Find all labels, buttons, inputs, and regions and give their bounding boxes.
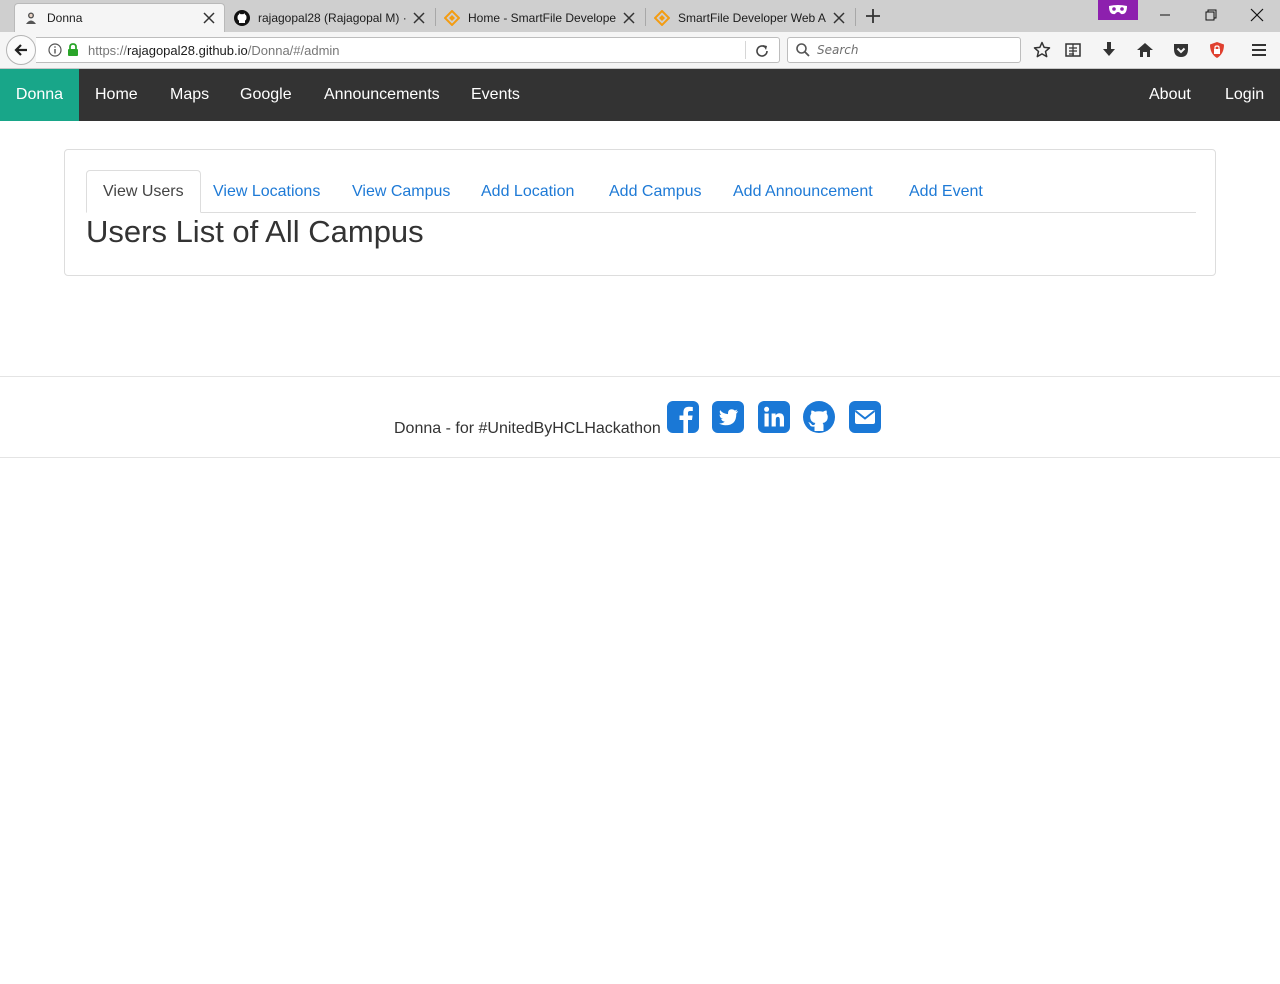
nav-login[interactable]: Login <box>1225 69 1264 121</box>
page-title: Users List of All Campus <box>86 214 424 249</box>
search-box[interactable] <box>787 37 1021 63</box>
minimize-window-icon[interactable] <box>1142 0 1188 30</box>
search-icon <box>796 43 810 57</box>
browser-tab-donna[interactable]: Donna <box>14 3 225 32</box>
reading-list-icon[interactable] <box>1061 38 1085 62</box>
smartfile-favicon-icon <box>444 9 460 26</box>
secure-lock-icon <box>66 42 80 58</box>
linkedin-icon[interactable] <box>757 400 791 434</box>
nav-events[interactable]: Events <box>471 69 520 121</box>
reload-icon[interactable] <box>752 41 772 61</box>
tab-view-locations[interactable]: View Locations <box>197 170 336 213</box>
browser-tab-github[interactable]: rajagopal28 (Rajagopal M) · G <box>226 3 434 32</box>
nav-google[interactable]: Google <box>240 69 292 121</box>
back-button[interactable] <box>6 35 36 65</box>
tab-add-location[interactable]: Add Location <box>465 170 590 213</box>
email-icon[interactable] <box>848 400 882 434</box>
github-favicon-icon <box>234 9 250 26</box>
info-icon[interactable] <box>46 41 64 59</box>
donna-favicon-icon <box>23 10 39 26</box>
tab-add-campus[interactable]: Add Campus <box>593 170 718 213</box>
twitter-icon[interactable] <box>711 400 745 434</box>
tab-title: SmartFile Developer Web Ap <box>678 10 826 25</box>
close-tab-icon[interactable] <box>622 11 636 25</box>
brand-link[interactable]: Donna <box>0 69 79 121</box>
tab-title: rajagopal28 (Rajagopal M) · G <box>258 10 406 25</box>
back-arrow-icon <box>14 44 27 56</box>
admin-panel: View Users View Locations View Campus Ad… <box>64 149 1216 276</box>
url-path: /Donna/#/admin <box>247 42 340 58</box>
search-input[interactable] <box>817 43 1007 57</box>
smartfile-favicon-icon <box>654 9 670 26</box>
pocket-icon[interactable] <box>1169 38 1193 62</box>
downloads-icon[interactable] <box>1097 38 1121 62</box>
new-tab-icon[interactable] <box>862 5 884 27</box>
tab-add-announcement[interactable]: Add Announcement <box>717 170 889 213</box>
url-text: https://rajagopal28.github.io/Donna/#/ad… <box>88 43 340 58</box>
browser-tab-smartfile-api[interactable]: SmartFile Developer Web Ap <box>646 3 854 32</box>
browser-tab-strip: Donna rajagopal28 (Rajagopal M) · G Home… <box>0 0 1280 32</box>
browser-toolbar: https://rajagopal28.github.io/Donna/#/ad… <box>0 32 1280 69</box>
github-icon[interactable] <box>802 400 836 434</box>
tab-separator <box>855 8 856 26</box>
home-icon[interactable] <box>1133 38 1157 62</box>
footer-text: Donna - for #UnitedByHCLHackathon <box>394 420 661 437</box>
restore-window-icon[interactable] <box>1188 0 1234 30</box>
tab-view-users[interactable]: View Users <box>86 170 201 213</box>
nav-maps[interactable]: Maps <box>170 69 209 121</box>
bookmark-star-icon[interactable] <box>1030 38 1054 62</box>
private-browsing-mask-icon <box>1098 0 1138 20</box>
nav-about[interactable]: About <box>1149 69 1191 121</box>
close-window-icon[interactable] <box>1234 0 1280 30</box>
tab-add-event[interactable]: Add Event <box>893 170 999 213</box>
nav-announcements[interactable]: Announcements <box>324 69 440 121</box>
site-footer: Donna - for #UnitedByHCLHackathon <box>0 376 1280 458</box>
facebook-icon[interactable] <box>666 400 700 434</box>
site-navbar: Donna Home Maps Google Announcements Eve… <box>0 69 1280 121</box>
address-bar[interactable]: https://rajagopal28.github.io/Donna/#/ad… <box>36 37 780 63</box>
url-scheme: https:// <box>88 42 128 58</box>
privacy-shield-icon[interactable] <box>1205 38 1229 62</box>
close-tab-icon[interactable] <box>412 11 426 25</box>
url-divider <box>745 41 746 59</box>
menu-hamburger-icon[interactable] <box>1247 38 1271 62</box>
tab-title: Donna <box>47 11 83 25</box>
tab-view-campus[interactable]: View Campus <box>336 170 466 213</box>
tab-title: Home - SmartFile Developer <box>468 10 616 25</box>
close-tab-icon[interactable] <box>202 11 216 25</box>
url-host: rajagopal28.github.io <box>127 42 248 58</box>
close-tab-icon[interactable] <box>832 11 846 25</box>
browser-tab-smartfile-home[interactable]: Home - SmartFile Developer <box>436 3 644 32</box>
nav-home[interactable]: Home <box>95 69 138 121</box>
